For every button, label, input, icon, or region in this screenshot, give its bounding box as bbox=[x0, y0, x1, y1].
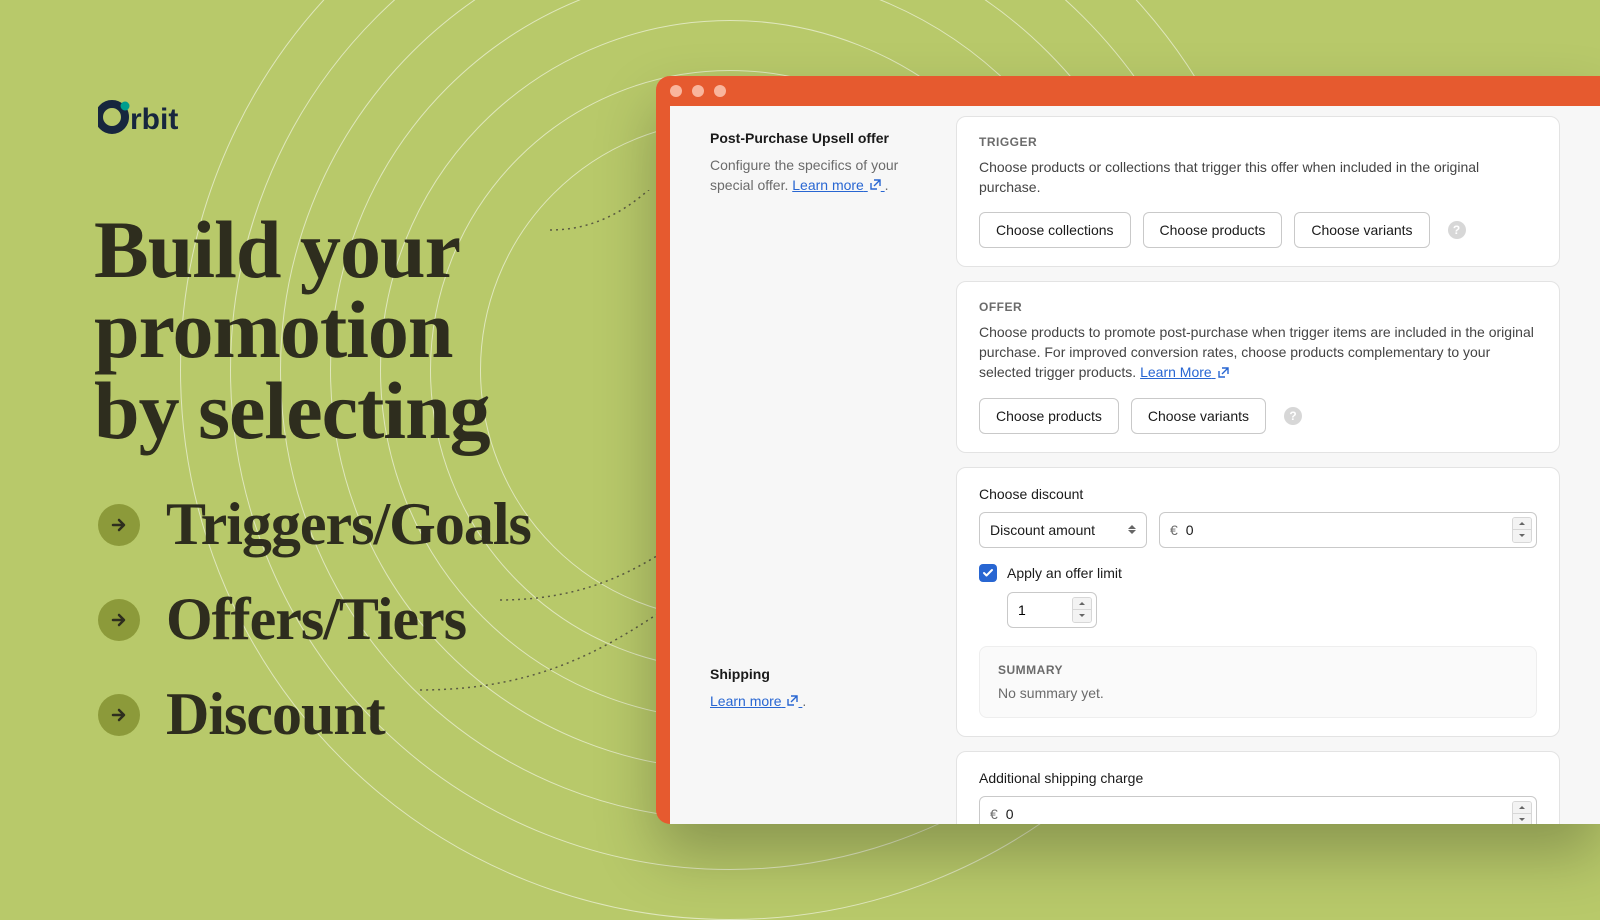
feature-bullets: Triggers/Goals Offers/Tiers Discount bbox=[98, 490, 531, 775]
discount-field-label: Choose discount bbox=[979, 486, 1537, 502]
offer-choose-products-button[interactable]: Choose products bbox=[979, 398, 1119, 434]
headline-line: Build your bbox=[94, 210, 490, 290]
bullet-offers: Offers/Tiers bbox=[98, 585, 531, 654]
select-caret-icon bbox=[1128, 525, 1136, 534]
offer-learn-more-link[interactable]: Learn More bbox=[1140, 364, 1228, 380]
bullet-discount: Discount bbox=[98, 680, 531, 749]
upsell-section-title: Post-Purchase Upsell offer bbox=[710, 130, 918, 146]
offer-limit-value: 1 bbox=[1018, 602, 1026, 618]
currency-symbol: € bbox=[990, 806, 998, 822]
currency-symbol: € bbox=[1170, 522, 1178, 538]
arrow-right-icon bbox=[98, 694, 140, 736]
external-link-icon bbox=[870, 176, 881, 196]
window-titlebar bbox=[656, 76, 1600, 106]
offer-limit-input[interactable]: 1 bbox=[1007, 592, 1097, 628]
marketing-headline: Build your promotion by selecting bbox=[94, 210, 490, 451]
arrow-right-icon bbox=[98, 599, 140, 641]
number-stepper[interactable] bbox=[1512, 517, 1532, 543]
summary-box: SUMMARY No summary yet. bbox=[979, 646, 1537, 718]
bullet-label: Discount bbox=[166, 680, 385, 749]
help-icon[interactable]: ? bbox=[1284, 407, 1302, 425]
summary-label: SUMMARY bbox=[998, 663, 1518, 677]
app-body: Post-Purchase Upsell offer Configure the… bbox=[670, 106, 1600, 824]
trigger-desc: Choose products or collections that trig… bbox=[979, 157, 1537, 198]
summary-text: No summary yet. bbox=[998, 685, 1518, 701]
left-column: Post-Purchase Upsell offer Configure the… bbox=[670, 106, 938, 824]
window-minimize-icon[interactable] bbox=[692, 85, 704, 97]
arrow-right-icon bbox=[98, 504, 140, 546]
shipping-section-desc: Learn more . bbox=[710, 692, 918, 712]
bullet-triggers: Triggers/Goals bbox=[98, 490, 531, 559]
apply-offer-limit-label: Apply an offer limit bbox=[1007, 565, 1122, 581]
external-link-icon bbox=[787, 692, 798, 712]
discount-type-select[interactable]: Discount amount bbox=[979, 512, 1147, 548]
stepper-up-icon[interactable] bbox=[1513, 802, 1531, 815]
headline-line: by selecting bbox=[94, 371, 490, 451]
external-link-icon bbox=[1218, 363, 1229, 383]
headline-line: promotion bbox=[94, 290, 490, 370]
discount-amount-input[interactable]: € 0 bbox=[1159, 512, 1537, 548]
svg-text:rbit: rbit bbox=[130, 103, 178, 136]
stepper-down-icon[interactable] bbox=[1073, 610, 1091, 622]
upsell-section-desc: Configure the specifics of your special … bbox=[710, 156, 918, 196]
trigger-card: TRIGGER Choose products or collections t… bbox=[956, 116, 1560, 267]
bullet-label: Triggers/Goals bbox=[166, 490, 531, 559]
learn-more-link[interactable]: Learn more bbox=[792, 177, 884, 193]
right-column: TRIGGER Choose products or collections t… bbox=[938, 106, 1600, 824]
stepper-down-icon[interactable] bbox=[1513, 530, 1531, 542]
trigger-label: TRIGGER bbox=[979, 135, 1537, 149]
offer-label: OFFER bbox=[979, 300, 1537, 314]
stepper-up-icon[interactable] bbox=[1073, 598, 1091, 611]
number-stepper[interactable] bbox=[1072, 597, 1092, 623]
number-stepper[interactable] bbox=[1512, 801, 1532, 824]
discount-amount-value: 0 bbox=[1186, 522, 1526, 538]
app-window: Post-Purchase Upsell offer Configure the… bbox=[656, 76, 1600, 824]
help-icon[interactable]: ? bbox=[1448, 221, 1466, 239]
shipping-charge-input[interactable]: € 0 bbox=[979, 796, 1537, 824]
stepper-down-icon[interactable] bbox=[1513, 814, 1531, 824]
discount-card: Choose discount Discount amount € 0 bbox=[956, 467, 1560, 737]
choose-collections-button[interactable]: Choose collections bbox=[979, 212, 1131, 248]
window-zoom-icon[interactable] bbox=[714, 85, 726, 97]
shipping-charge-value: 0 bbox=[1006, 806, 1526, 822]
brand-logo: rbit bbox=[98, 96, 208, 138]
stepper-up-icon[interactable] bbox=[1513, 518, 1531, 531]
offer-card: OFFER Choose products to promote post-pu… bbox=[956, 281, 1560, 453]
window-close-icon[interactable] bbox=[670, 85, 682, 97]
choose-variants-button[interactable]: Choose variants bbox=[1294, 212, 1429, 248]
choose-products-button[interactable]: Choose products bbox=[1143, 212, 1283, 248]
shipping-card: Additional shipping charge € 0 bbox=[956, 751, 1560, 824]
shipping-charge-label: Additional shipping charge bbox=[979, 770, 1537, 786]
offer-desc: Choose products to promote post-purchase… bbox=[979, 322, 1537, 384]
shipping-learn-more-link[interactable]: Learn more bbox=[710, 693, 802, 709]
shipping-section-title: Shipping bbox=[710, 666, 918, 682]
bullet-label: Offers/Tiers bbox=[166, 585, 466, 654]
discount-type-value: Discount amount bbox=[990, 522, 1095, 538]
offer-choose-variants-button[interactable]: Choose variants bbox=[1131, 398, 1266, 434]
apply-offer-limit-checkbox[interactable] bbox=[979, 564, 997, 582]
